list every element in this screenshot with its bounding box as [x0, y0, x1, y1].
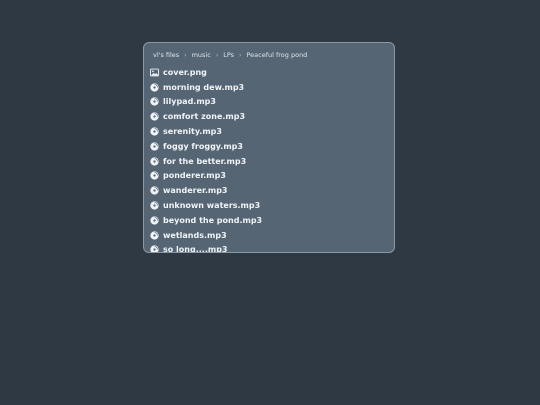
file-name: lilypad.mp3: [163, 97, 216, 107]
breadcrumb-separator: ›: [239, 51, 242, 59]
file-name: beyond the pond.mp3: [163, 215, 263, 225]
breadcrumb-item-lps[interactable]: LPs: [223, 51, 234, 59]
file-list-item[interactable]: cover.png: [150, 65, 388, 80]
music-disc-icon: [150, 157, 159, 166]
file-name: cover.png: [163, 67, 207, 77]
file-list-item[interactable]: morning dew.mp3: [150, 80, 388, 95]
file-list-item[interactable]: ponderer.mp3: [150, 169, 388, 184]
breadcrumb-item-music[interactable]: music: [192, 51, 211, 59]
music-disc-icon: [150, 83, 159, 92]
file-list-item[interactable]: foggy froggy.mp3: [150, 139, 388, 154]
file-name: wetlands.mp3: [163, 230, 227, 240]
music-disc-icon: [150, 201, 159, 210]
breadcrumb-separator: ›: [215, 51, 219, 59]
file-name: serenity.mp3: [163, 127, 222, 137]
breadcrumb-item-root[interactable]: vl's files: [153, 51, 179, 59]
file-list-item[interactable]: wetlands.mp3: [150, 228, 388, 243]
file-name: comfort zone.mp3: [163, 112, 246, 122]
file-name: so long....mp3: [163, 245, 228, 253]
file-list-item[interactable]: lilypad.mp3: [150, 95, 388, 110]
file-list-item[interactable]: wanderer.mp3: [150, 183, 388, 198]
music-disc-icon: [150, 171, 159, 181]
music-disc-icon: [150, 127, 159, 136]
breadcrumb: vl's files › music › LPs › Peaceful frog…: [153, 49, 307, 61]
music-disc-icon: [150, 142, 159, 151]
music-disc-icon: [150, 216, 159, 225]
file-name: foggy froggy.mp3: [163, 141, 243, 151]
file-name: morning dew.mp3: [163, 82, 245, 92]
music-disc-icon: [150, 245, 159, 252]
music-disc-icon: [150, 112, 159, 121]
breadcrumb-item-current-folder[interactable]: Peaceful frog pond: [246, 51, 307, 59]
file-list-item[interactable]: serenity.mp3: [150, 124, 388, 139]
file-list-item[interactable]: unknown waters.mp3: [150, 198, 388, 213]
file-list-item[interactable]: for the better.mp3: [150, 154, 388, 169]
file-name: wanderer.mp3: [163, 186, 228, 196]
music-disc-icon: [150, 186, 159, 195]
file-browser-window: vl's files › music › LPs › Peaceful frog…: [143, 42, 395, 253]
file-name: unknown waters.mp3: [163, 201, 261, 211]
music-disc-icon: [150, 231, 159, 240]
file-list-item[interactable]: comfort zone.mp3: [150, 109, 388, 124]
file-list-item[interactable]: so long....mp3: [150, 243, 388, 253]
file-name: for the better.mp3: [163, 156, 247, 166]
file-name: ponderer.mp3: [163, 171, 226, 181]
breadcrumb-separator: ›: [184, 51, 187, 59]
file-list-item[interactable]: beyond the pond.mp3: [150, 213, 388, 228]
music-disc-icon: [150, 97, 159, 107]
image-icon: [150, 68, 159, 77]
file-list: cover.png morning dew.mp3 lilypad.mp3 co…: [150, 65, 388, 253]
